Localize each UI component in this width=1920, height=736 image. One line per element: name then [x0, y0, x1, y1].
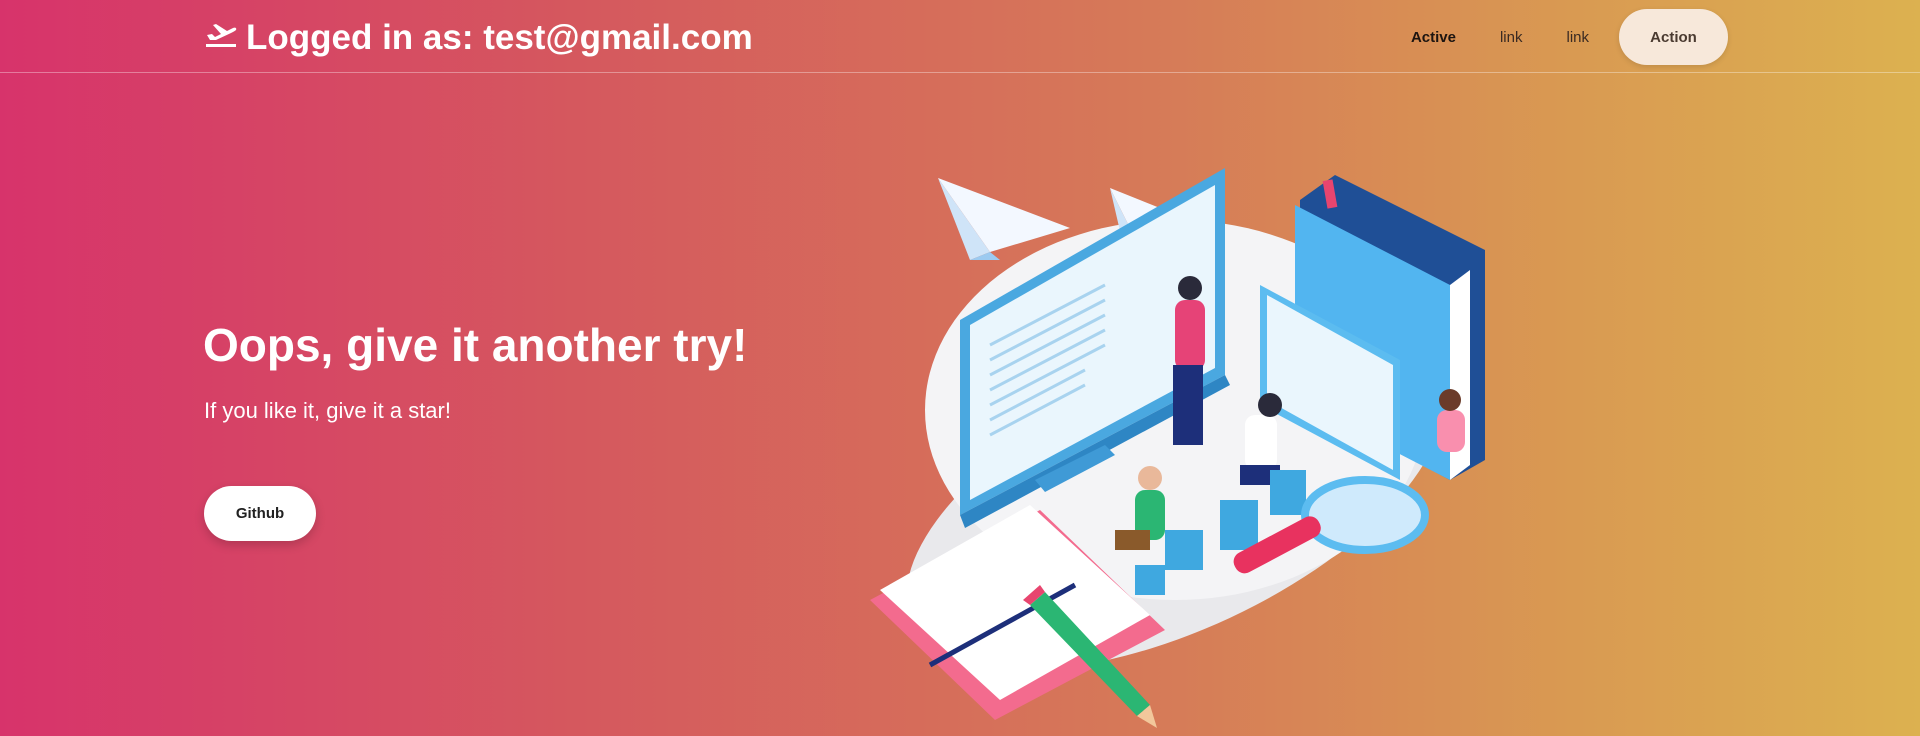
- github-button[interactable]: Github: [204, 486, 316, 541]
- action-button[interactable]: Action: [1619, 9, 1728, 65]
- person-sitting-pink: [1437, 389, 1465, 452]
- nav-links: Active link link Action: [1389, 9, 1728, 65]
- navbar: Logged in as: test@gmail.com Active link…: [0, 0, 1920, 73]
- brand-text: Logged in as: test@gmail.com: [246, 18, 753, 57]
- hero-title: Oops, give it another try!: [203, 319, 748, 371]
- hero-illustration: [870, 168, 1485, 728]
- nav-link-2[interactable]: link: [1544, 29, 1611, 46]
- airplane-departure-icon: [204, 18, 246, 58]
- nav-link-active[interactable]: Active: [1389, 29, 1478, 46]
- brand[interactable]: Logged in as: test@gmail.com: [204, 14, 753, 62]
- hero-subtitle: If you like it, give it a star!: [204, 398, 451, 423]
- nav-link-1[interactable]: link: [1478, 29, 1545, 46]
